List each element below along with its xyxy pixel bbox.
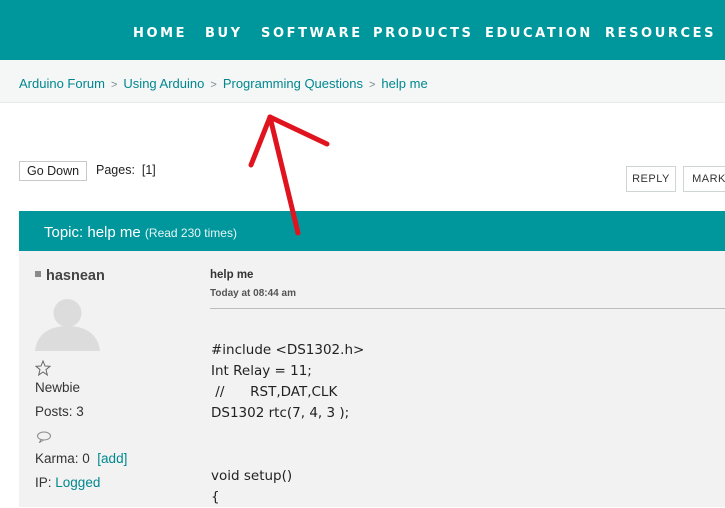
avatar[interactable] xyxy=(35,295,100,351)
page-link-1[interactable]: [1] xyxy=(142,163,156,177)
topic-title: Topic: help me (Read 230 times) xyxy=(44,224,237,241)
topic-prefix: Topic: xyxy=(44,224,84,241)
nav-products[interactable]: PRODUCTS xyxy=(373,26,474,41)
breadcrumb-arduino-forum[interactable]: Arduino Forum xyxy=(19,76,105,91)
forum-post: hasnean Newbie Posts: 3 Karma: 0 [add] I… xyxy=(19,251,725,507)
post-count: Posts: 3 xyxy=(35,404,84,419)
pagination: Pages: [1] xyxy=(96,163,156,177)
member-rank: Newbie xyxy=(35,380,81,395)
topic-read-count: (Read 230 times) xyxy=(144,226,237,240)
post-subject[interactable]: help me xyxy=(210,269,253,281)
breadcrumb-separator: > xyxy=(368,79,376,91)
post-date: Today at 08:44 am xyxy=(210,288,296,299)
karma-value: Karma: 0 xyxy=(35,451,90,466)
go-down-button[interactable]: Go Down xyxy=(19,161,88,181)
breadcrumb: Arduino Forum > Using Arduino > Programming … xyxy=(19,76,428,91)
post-divider xyxy=(210,308,725,309)
nav-home[interactable]: HOME xyxy=(133,26,187,41)
breadcrumb-bar: Arduino Forum > Using Arduino > Programming … xyxy=(0,60,725,103)
breadcrumb-programming-questions[interactable]: Programming Questions xyxy=(223,76,363,91)
pages-label: Pages: xyxy=(96,163,135,177)
breadcrumb-separator: > xyxy=(210,79,217,91)
mark-unread-button[interactable]: MARK xyxy=(683,166,725,192)
nav-buy[interactable]: BUY xyxy=(205,26,243,41)
topic-header: Topic: help me (Read 230 times) xyxy=(19,211,725,251)
breadcrumb-current-topic[interactable]: help me xyxy=(381,76,427,91)
ip-label: IP: xyxy=(35,475,52,490)
karma-add-link[interactable]: [add] xyxy=(97,451,127,466)
ip-logged-link[interactable]: Logged xyxy=(55,475,100,490)
nav-education[interactable]: EDUCATION xyxy=(485,26,593,41)
karma: Karma: 0 [add] xyxy=(35,451,127,466)
nav-resources[interactable]: RESOURCES xyxy=(605,26,716,41)
post-body: #include <DS1302.h> Int Relay = 11; // R… xyxy=(211,342,365,505)
nav-software[interactable]: SOFTWARE xyxy=(261,26,363,41)
top-navigation-bar: HOME BUY SOFTWARE PRODUCTS EDUCATION RES… xyxy=(0,0,725,60)
topic-name: help me xyxy=(87,224,141,241)
reply-button[interactable]: REPLY xyxy=(626,166,676,192)
offline-status-icon xyxy=(35,271,41,277)
speech-bubble-icon[interactable] xyxy=(36,431,52,443)
breadcrumb-separator: > xyxy=(110,79,118,91)
post-author[interactable]: hasnean xyxy=(46,268,105,284)
ip-info: IP: Logged xyxy=(35,475,100,490)
rank-star-icon xyxy=(35,360,51,376)
breadcrumb-using-arduino[interactable]: Using Arduino xyxy=(123,76,204,91)
